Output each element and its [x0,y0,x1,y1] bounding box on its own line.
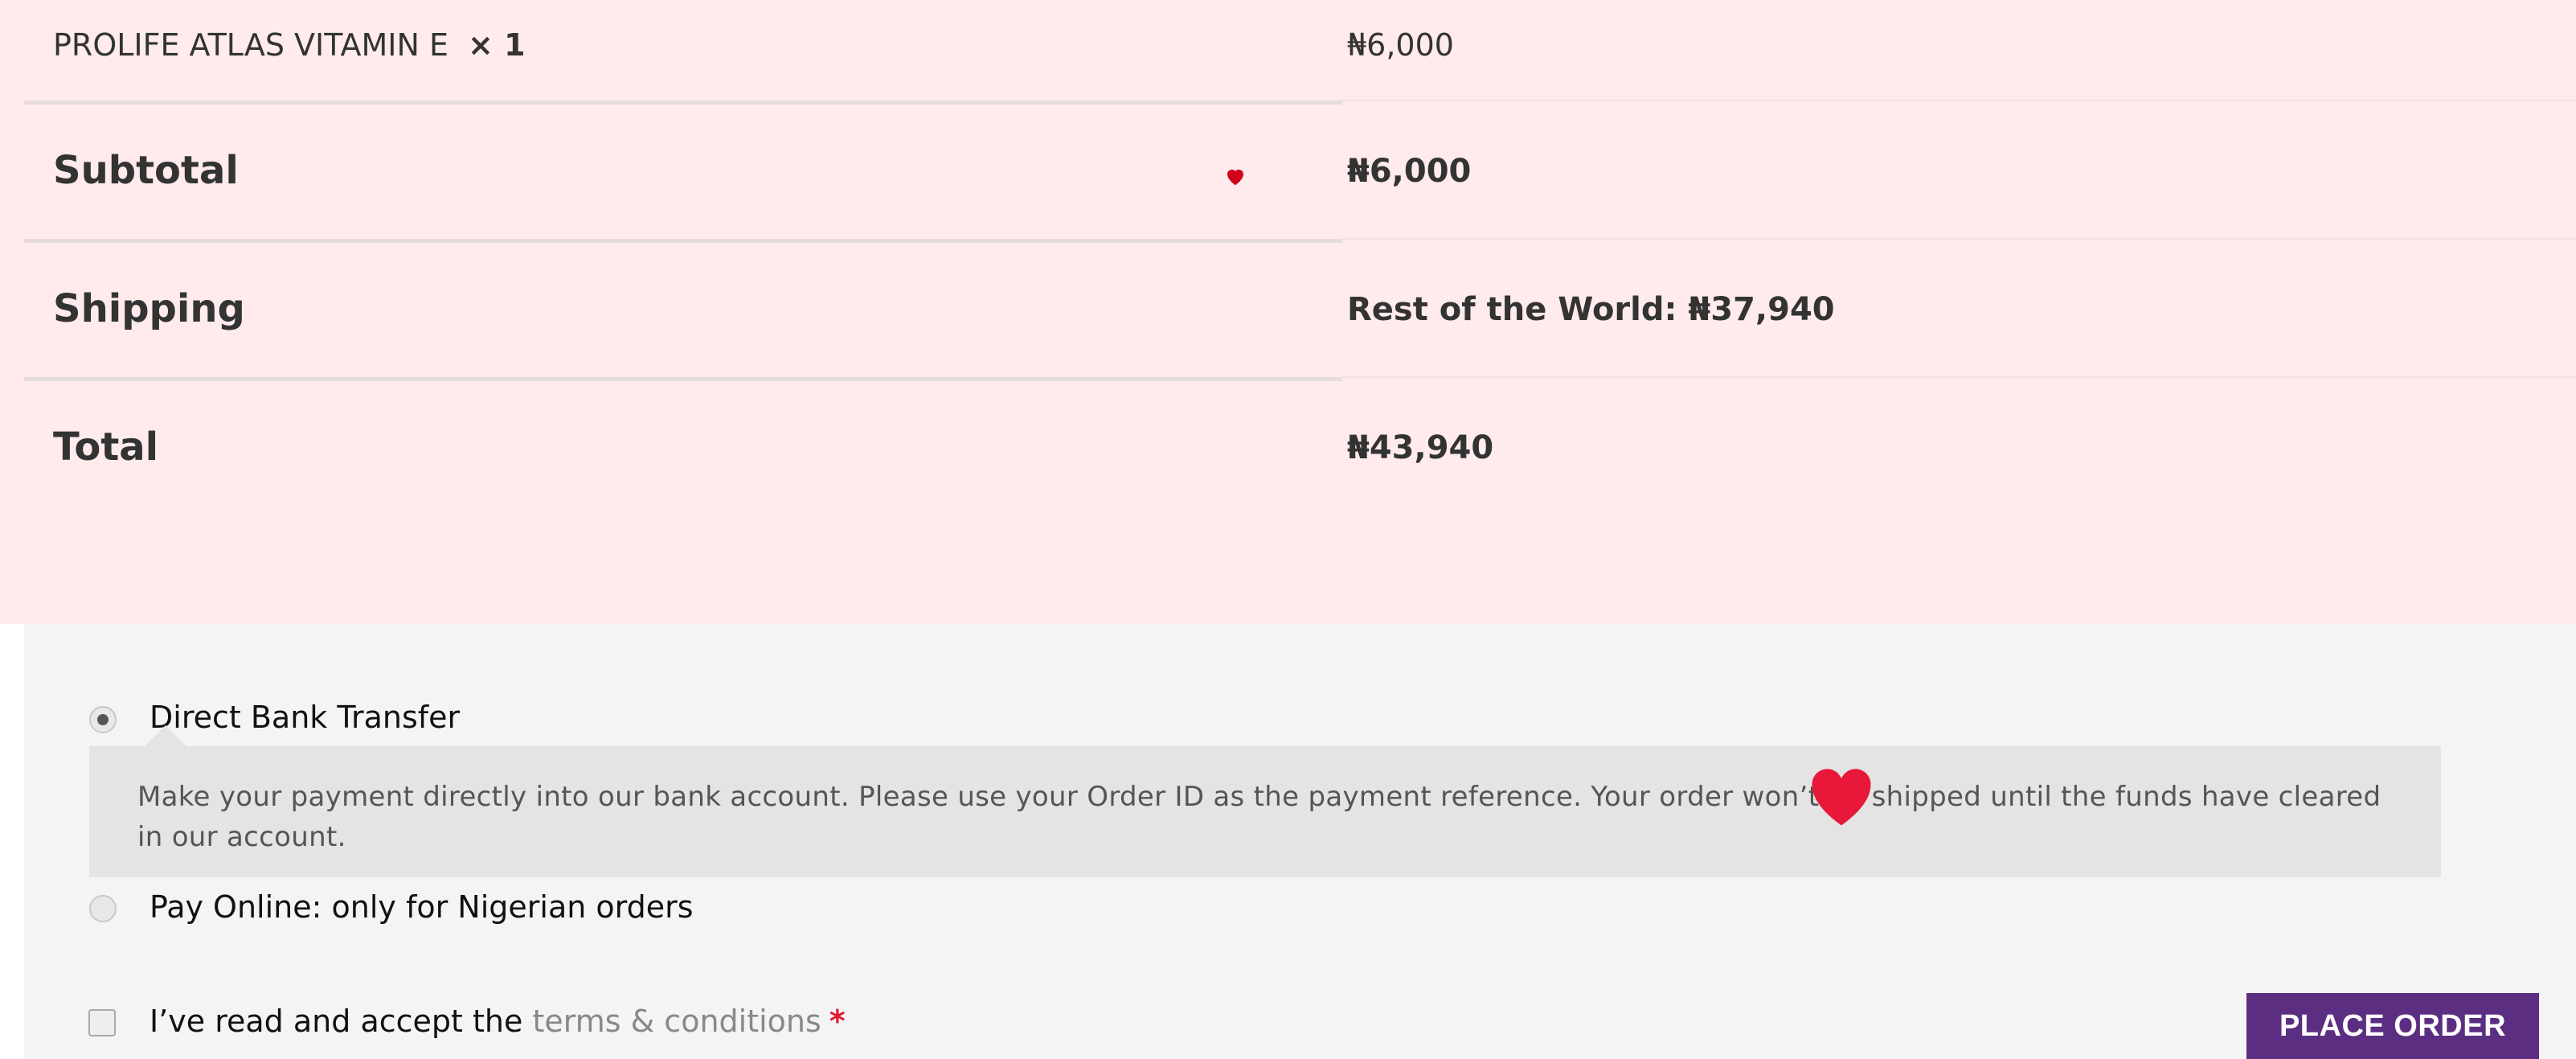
shipping-label: Shipping [53,286,245,331]
heart-icon [1812,769,1871,826]
divider [24,101,1342,105]
product-name: PROLIFE ATLAS VITAMIN E [53,27,449,63]
total-label: Total [53,425,159,470]
total-value: ₦43,940 [1347,429,1494,466]
radio-pay-online[interactable] [89,895,117,922]
payment-method-label[interactable]: Pay Online: only for Nigerian orders [149,889,694,925]
divider [24,239,1342,243]
divider [1342,100,2576,101]
place-order-button[interactable]: PLACE ORDER [2246,993,2539,1059]
terms-prefix: I’ve read and accept the [149,1004,523,1039]
terms-checkbox[interactable] [88,1009,116,1036]
shipping-value: Rest of the World: ₦37,940 [1347,291,1835,328]
heart-icon [1227,169,1243,186]
subtotal-value: ₦6,000 [1347,153,1472,190]
divider [1342,238,2576,240]
subtotal-label: Subtotal [53,148,239,193]
terms-text: I’ve read and accept the terms & conditi… [149,1004,846,1039]
payment-method-label[interactable]: Direct Bank Transfer [149,700,460,735]
product-quantity: × 1 [468,27,526,63]
order-review-table: PROLIFE ATLAS VITAMIN E × 1 ₦6,000 Subtot… [0,0,2576,624]
required-mark: * [829,1004,846,1039]
divider [24,377,1342,381]
divider [1342,376,2576,378]
product-price: ₦6,000 [1347,27,1454,63]
terms-link[interactable]: terms & conditions [532,1004,821,1039]
radio-direct-bank-transfer[interactable] [89,706,117,733]
description-pointer [145,725,186,746]
payment-method-description: Make your payment directly into our bank… [89,746,2441,877]
